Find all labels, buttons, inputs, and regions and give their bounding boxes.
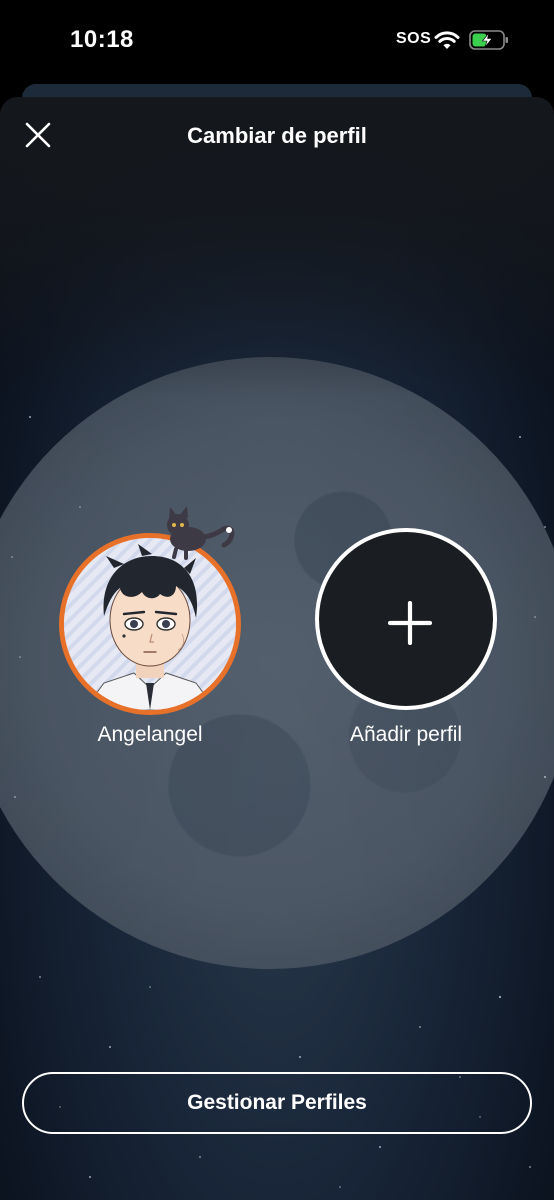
avatar-illustration	[64, 538, 236, 710]
profile-angelangel[interactable]: Angelangel	[40, 506, 260, 757]
status-bar: 10:18 SOS	[0, 0, 554, 80]
sos-indicator: SOS	[396, 30, 432, 47]
profile-switcher-sheet: Cambiar de perfil Angelangel Añadir perf…	[0, 97, 554, 1200]
cat-decoration-icon	[167, 506, 235, 560]
page-title: Cambiar de perfil	[187, 123, 367, 148]
add-profile-button[interactable]: Añadir perfil	[296, 517, 516, 757]
battery-charging-icon	[469, 30, 508, 50]
wifi-icon	[434, 31, 460, 49]
add-profile-label: Añadir perfil	[349, 723, 463, 746]
profile-name: Angelangel	[97, 723, 203, 746]
add-profile-circle	[315, 528, 497, 710]
status-time: 10:18	[70, 26, 134, 53]
plus-icon	[388, 601, 432, 645]
manage-profiles-button[interactable]: Gestionar Perfiles	[22, 1072, 532, 1134]
